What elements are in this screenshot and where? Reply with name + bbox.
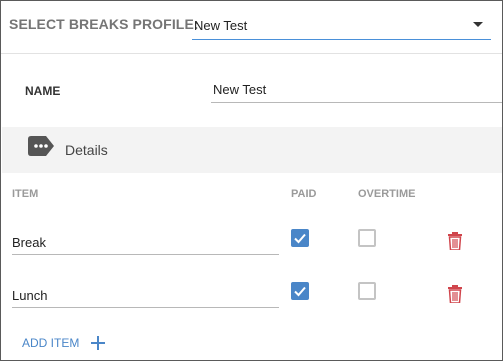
breaks-profile-panel: SELECT BREAKS PROFILE: New Test NAME New… bbox=[0, 0, 503, 361]
details-title: Details bbox=[65, 142, 108, 158]
chevron-down-icon[interactable] bbox=[473, 22, 483, 27]
overtime-checkbox[interactable] bbox=[358, 282, 376, 300]
add-item-label: ADD ITEM bbox=[22, 336, 80, 350]
add-item-button[interactable]: ADD ITEM bbox=[22, 334, 106, 352]
item-name-value: Lunch bbox=[12, 288, 48, 303]
plus-icon bbox=[91, 336, 106, 350]
overtime-checkbox[interactable] bbox=[358, 229, 376, 247]
profile-header: SELECT BREAKS PROFILE: New Test bbox=[1, 1, 502, 54]
paid-checkbox[interactable] bbox=[291, 282, 309, 300]
details-section-header: Details bbox=[2, 127, 502, 173]
profile-select-label: SELECT BREAKS PROFILE: bbox=[9, 16, 199, 32]
name-input-value: New Test bbox=[213, 82, 267, 97]
paid-checkbox[interactable] bbox=[291, 229, 309, 247]
checkmark-icon bbox=[294, 233, 306, 244]
more-tag-icon bbox=[28, 136, 54, 156]
item-name-input[interactable]: Break bbox=[12, 229, 279, 255]
trash-icon[interactable] bbox=[447, 232, 463, 250]
column-header-item: ITEM bbox=[12, 188, 39, 200]
profile-select-value: New Test bbox=[194, 18, 248, 33]
name-input[interactable]: New Test bbox=[211, 75, 502, 103]
profile-select[interactable]: New Test bbox=[192, 9, 491, 40]
trash-icon[interactable] bbox=[447, 285, 463, 303]
checkmark-icon bbox=[294, 286, 306, 297]
column-header-overtime: OVERTIME bbox=[358, 188, 416, 200]
name-label: NAME bbox=[25, 84, 61, 98]
item-name-input[interactable]: Lunch bbox=[12, 282, 279, 308]
column-header-paid: PAID bbox=[291, 188, 317, 200]
item-name-value: Break bbox=[12, 235, 46, 250]
